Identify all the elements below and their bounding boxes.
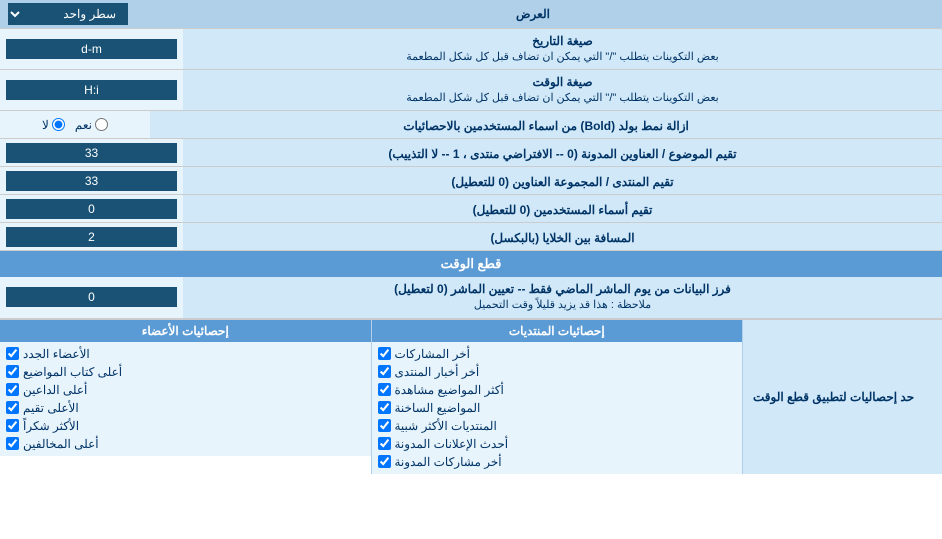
- list-item: أكثر المواضيع مشاهدة: [378, 381, 737, 399]
- time-format-label: صيغة الوقت بعض التكوينات يتطلب "/" التي …: [183, 70, 942, 110]
- members-stats-col: إحصائيات الأعضاء الأعضاء الجدد أعلى كتاب…: [0, 320, 371, 474]
- time-cut-row: فرز البيانات من يوم الماشر الماضي فقط --…: [0, 277, 942, 318]
- users-order-input-cell: [0, 195, 183, 222]
- bold-radio-no-label[interactable]: لا: [42, 118, 65, 132]
- bottom-stats: حد إحصاليات لتطبيق قطع الوقت إحصائيات ال…: [0, 319, 942, 474]
- list-item: المواضيع الساخنة: [378, 399, 737, 417]
- checkbox-forums-6[interactable]: [378, 437, 391, 450]
- time-limit-label-cell: حد إحصاليات لتطبيق قطع الوقت: [742, 320, 942, 474]
- forum-order-row: تقيم المنتدى / المجموعة العناوين (0 للتع…: [0, 167, 942, 195]
- topics-order-label: تقيم الموضوع / العناوين المدونة (0 -- ال…: [183, 139, 942, 166]
- list-item: أخر المشاركات: [378, 345, 737, 363]
- cell-space-input-cell: [0, 223, 183, 250]
- list-item: الأعلى تقيم: [6, 399, 365, 417]
- time-format-row: صيغة الوقت بعض التكوينات يتطلب "/" التي …: [0, 70, 942, 111]
- checkbox-members-6[interactable]: [6, 437, 19, 450]
- list-item: الأعضاء الجدد: [6, 345, 365, 363]
- time-format-input[interactable]: [6, 80, 177, 100]
- bold-radio-yes[interactable]: [95, 118, 108, 131]
- checkbox-forums-7[interactable]: [378, 455, 391, 468]
- rows-select[interactable]: سطر واحد سطرين ثلاثة أسطر: [8, 3, 128, 25]
- checkbox-members-4[interactable]: [6, 401, 19, 414]
- list-item: أخر أخبار المنتدى: [378, 363, 737, 381]
- list-item: أعلى الداعين: [6, 381, 365, 399]
- list-item: أخر مشاركات المدونة: [378, 453, 737, 471]
- cell-space-row: المسافة بين الخلايا (بالبكسل): [0, 223, 942, 251]
- checkbox-forums-4[interactable]: [378, 401, 391, 414]
- time-format-input-cell: [0, 70, 183, 110]
- forums-stats-items: أخر المشاركات أخر أخبار المنتدى أكثر الم…: [372, 342, 743, 474]
- checkbox-forums-3[interactable]: [378, 383, 391, 396]
- top-header-row: العرض سطر واحد سطرين ثلاثة أسطر: [0, 0, 942, 29]
- list-item: المنتديات الأكثر شبية: [378, 417, 737, 435]
- users-order-label: تقيم أسماء المستخدمين (0 للتعطيل): [183, 195, 942, 222]
- cell-space-input[interactable]: [6, 227, 177, 247]
- list-item: الأكثر شكراً: [6, 417, 365, 435]
- checkbox-members-2[interactable]: [6, 365, 19, 378]
- date-format-input[interactable]: [6, 39, 177, 59]
- bold-remove-radio-cell: نعم لا: [0, 111, 150, 138]
- members-stats-items: الأعضاء الجدد أعلى كتاب المواضيع أعلى ال…: [0, 342, 371, 456]
- rows-select-cell: سطر واحد سطرين ثلاثة أسطر: [0, 0, 136, 28]
- time-cut-input[interactable]: [6, 287, 177, 307]
- display-label: العرض: [136, 0, 942, 28]
- date-format-input-cell: [0, 29, 183, 69]
- checkbox-forums-1[interactable]: [378, 347, 391, 360]
- forum-order-input[interactable]: [6, 171, 177, 191]
- topics-order-input-cell: [0, 139, 183, 166]
- list-item: أعلى كتاب المواضيع: [6, 363, 365, 381]
- forum-order-input-cell: [0, 167, 183, 194]
- time-cut-label: فرز البيانات من يوم الماشر الماضي فقط --…: [183, 277, 942, 317]
- topics-order-input[interactable]: [6, 143, 177, 163]
- bold-remove-label: ازالة نمط بولد (Bold) من اسماء المستخدمي…: [150, 111, 942, 138]
- checkbox-members-1[interactable]: [6, 347, 19, 360]
- forum-order-label: تقيم المنتدى / المجموعة العناوين (0 للتع…: [183, 167, 942, 194]
- bold-radio-yes-label[interactable]: نعم: [75, 118, 108, 132]
- checkbox-members-5[interactable]: [6, 419, 19, 432]
- date-format-label: صيغة التاريخ بعض التكوينات يتطلب "/" الت…: [183, 29, 942, 69]
- forums-stats-header: إحصائيات المنتديات: [372, 320, 743, 342]
- members-stats-header: إحصائيات الأعضاء: [0, 320, 371, 342]
- checkbox-forums-5[interactable]: [378, 419, 391, 432]
- bold-remove-row: ازالة نمط بولد (Bold) من اسماء المستخدمي…: [0, 111, 942, 139]
- bold-radio-no[interactable]: [52, 118, 65, 131]
- users-order-input[interactable]: [6, 199, 177, 219]
- cell-space-label: المسافة بين الخلايا (بالبكسل): [183, 223, 942, 250]
- date-format-row: صيغة التاريخ بعض التكوينات يتطلب "/" الت…: [0, 29, 942, 70]
- checkbox-members-3[interactable]: [6, 383, 19, 396]
- forums-stats-col: إحصائيات المنتديات أخر المشاركات أخر أخب…: [371, 320, 743, 474]
- checkbox-forums-2[interactable]: [378, 365, 391, 378]
- list-item: أعلى المخالفين: [6, 435, 365, 453]
- time-cut-section-header: قطع الوقت: [0, 251, 942, 277]
- users-order-row: تقيم أسماء المستخدمين (0 للتعطيل): [0, 195, 942, 223]
- time-cut-input-cell: [0, 277, 183, 317]
- topics-order-row: تقيم الموضوع / العناوين المدونة (0 -- ال…: [0, 139, 942, 167]
- list-item: أحدث الإعلانات المدونة: [378, 435, 737, 453]
- main-container: العرض سطر واحد سطرين ثلاثة أسطر صيغة الت…: [0, 0, 942, 474]
